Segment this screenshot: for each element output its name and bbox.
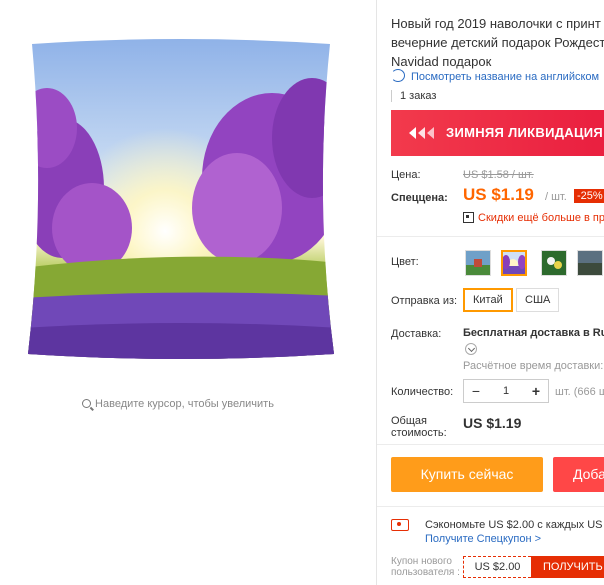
color-label: Цвет: xyxy=(391,256,419,268)
translate-icon xyxy=(391,69,405,82)
coupon-save-text: Сэкономьте US $2.00 с каждых US $1 xyxy=(425,519,604,531)
image-gallery: Наведите курсор, чтобы увеличить xyxy=(0,0,376,585)
quantity-input[interactable]: 1 xyxy=(488,380,524,402)
quantity-stepper: − 1 + xyxy=(463,379,549,403)
quantity-increase-button[interactable]: + xyxy=(524,380,548,402)
qr-code-icon[interactable] xyxy=(463,212,474,223)
delivery-time: Расчётное время доставки: 3 xyxy=(463,360,604,372)
app-discount-link[interactable]: Скидки ещё больше в при xyxy=(478,212,604,224)
magnifier-icon xyxy=(82,399,92,408)
per-unit: / шт. xyxy=(545,191,567,203)
color-swatch[interactable] xyxy=(465,250,491,276)
section-divider xyxy=(377,236,604,237)
coupon-amount: US $2.00 xyxy=(463,556,531,578)
buy-now-button[interactable]: Купить сейчас xyxy=(391,457,543,492)
color-swatch[interactable] xyxy=(577,250,603,276)
product-image[interactable] xyxy=(22,38,340,360)
discount-badge: -25% xyxy=(574,189,604,203)
price-label: Цена: xyxy=(391,169,421,181)
add-to-cart-button[interactable]: Доба xyxy=(553,457,604,492)
color-swatch[interactable] xyxy=(541,250,567,276)
sale-price: US $1.19 xyxy=(463,185,534,204)
ship-from-label: Отправка из: xyxy=(391,295,458,307)
title-line: Новый год 2019 наволочки с принт xyxy=(391,16,601,31)
section-divider xyxy=(377,506,604,507)
sale-price-label: Спеццена: xyxy=(391,192,448,204)
stock-count: шт. (666 ш. xyxy=(555,386,604,398)
ship-option-usa[interactable]: США xyxy=(516,288,560,312)
orders-count: 1 заказ xyxy=(391,90,436,102)
color-swatch-selected[interactable] xyxy=(501,250,527,276)
translate-link-text[interactable]: Посмотреть название на английском xyxy=(411,71,599,83)
chevron-down-icon[interactable] xyxy=(465,343,477,355)
delivery-label: Доставка: xyxy=(391,328,442,340)
product-title: Новый год 2019 наволочки с принт вечерни… xyxy=(391,14,604,71)
quantity-decrease-button[interactable]: − xyxy=(464,380,488,402)
zoom-hint: Наведите курсор, чтобы увеличить xyxy=(0,398,356,410)
translate-link[interactable]: Посмотреть название на английском xyxy=(391,69,599,83)
get-coupon-button[interactable]: ПОЛУЧИТЬ xyxy=(531,556,604,578)
title-line: вечерние детский подарок Рождест xyxy=(391,35,604,50)
coupon-icon xyxy=(391,519,409,531)
quantity-label: Количество: xyxy=(391,386,454,398)
old-price: US $1.58 / шт. xyxy=(463,169,534,181)
promo-banner[interactable]: ЗИМНЯЯ ЛИКВИДАЦИЯ xyxy=(391,110,604,156)
total-value: US $1.19 xyxy=(463,415,522,431)
delivery-value: Бесплатная доставка в Russ xyxy=(463,327,604,339)
new-user-coupon-label: Купон нового пользователя : xyxy=(391,556,460,578)
ship-option-china[interactable]: Китай xyxy=(463,288,513,312)
product-info-panel: Новый год 2019 наволочки с принт вечерни… xyxy=(377,0,604,585)
total-label: Общая стоимость: xyxy=(391,415,447,439)
section-divider xyxy=(377,444,604,445)
get-coupon-link[interactable]: Получите Спецкупон > xyxy=(425,533,541,545)
promo-logo-icon xyxy=(409,127,434,139)
zoom-hint-text: Наведите курсор, чтобы увеличить xyxy=(95,398,274,410)
promo-text: ЗИМНЯЯ ЛИКВИДАЦИЯ xyxy=(446,125,604,140)
